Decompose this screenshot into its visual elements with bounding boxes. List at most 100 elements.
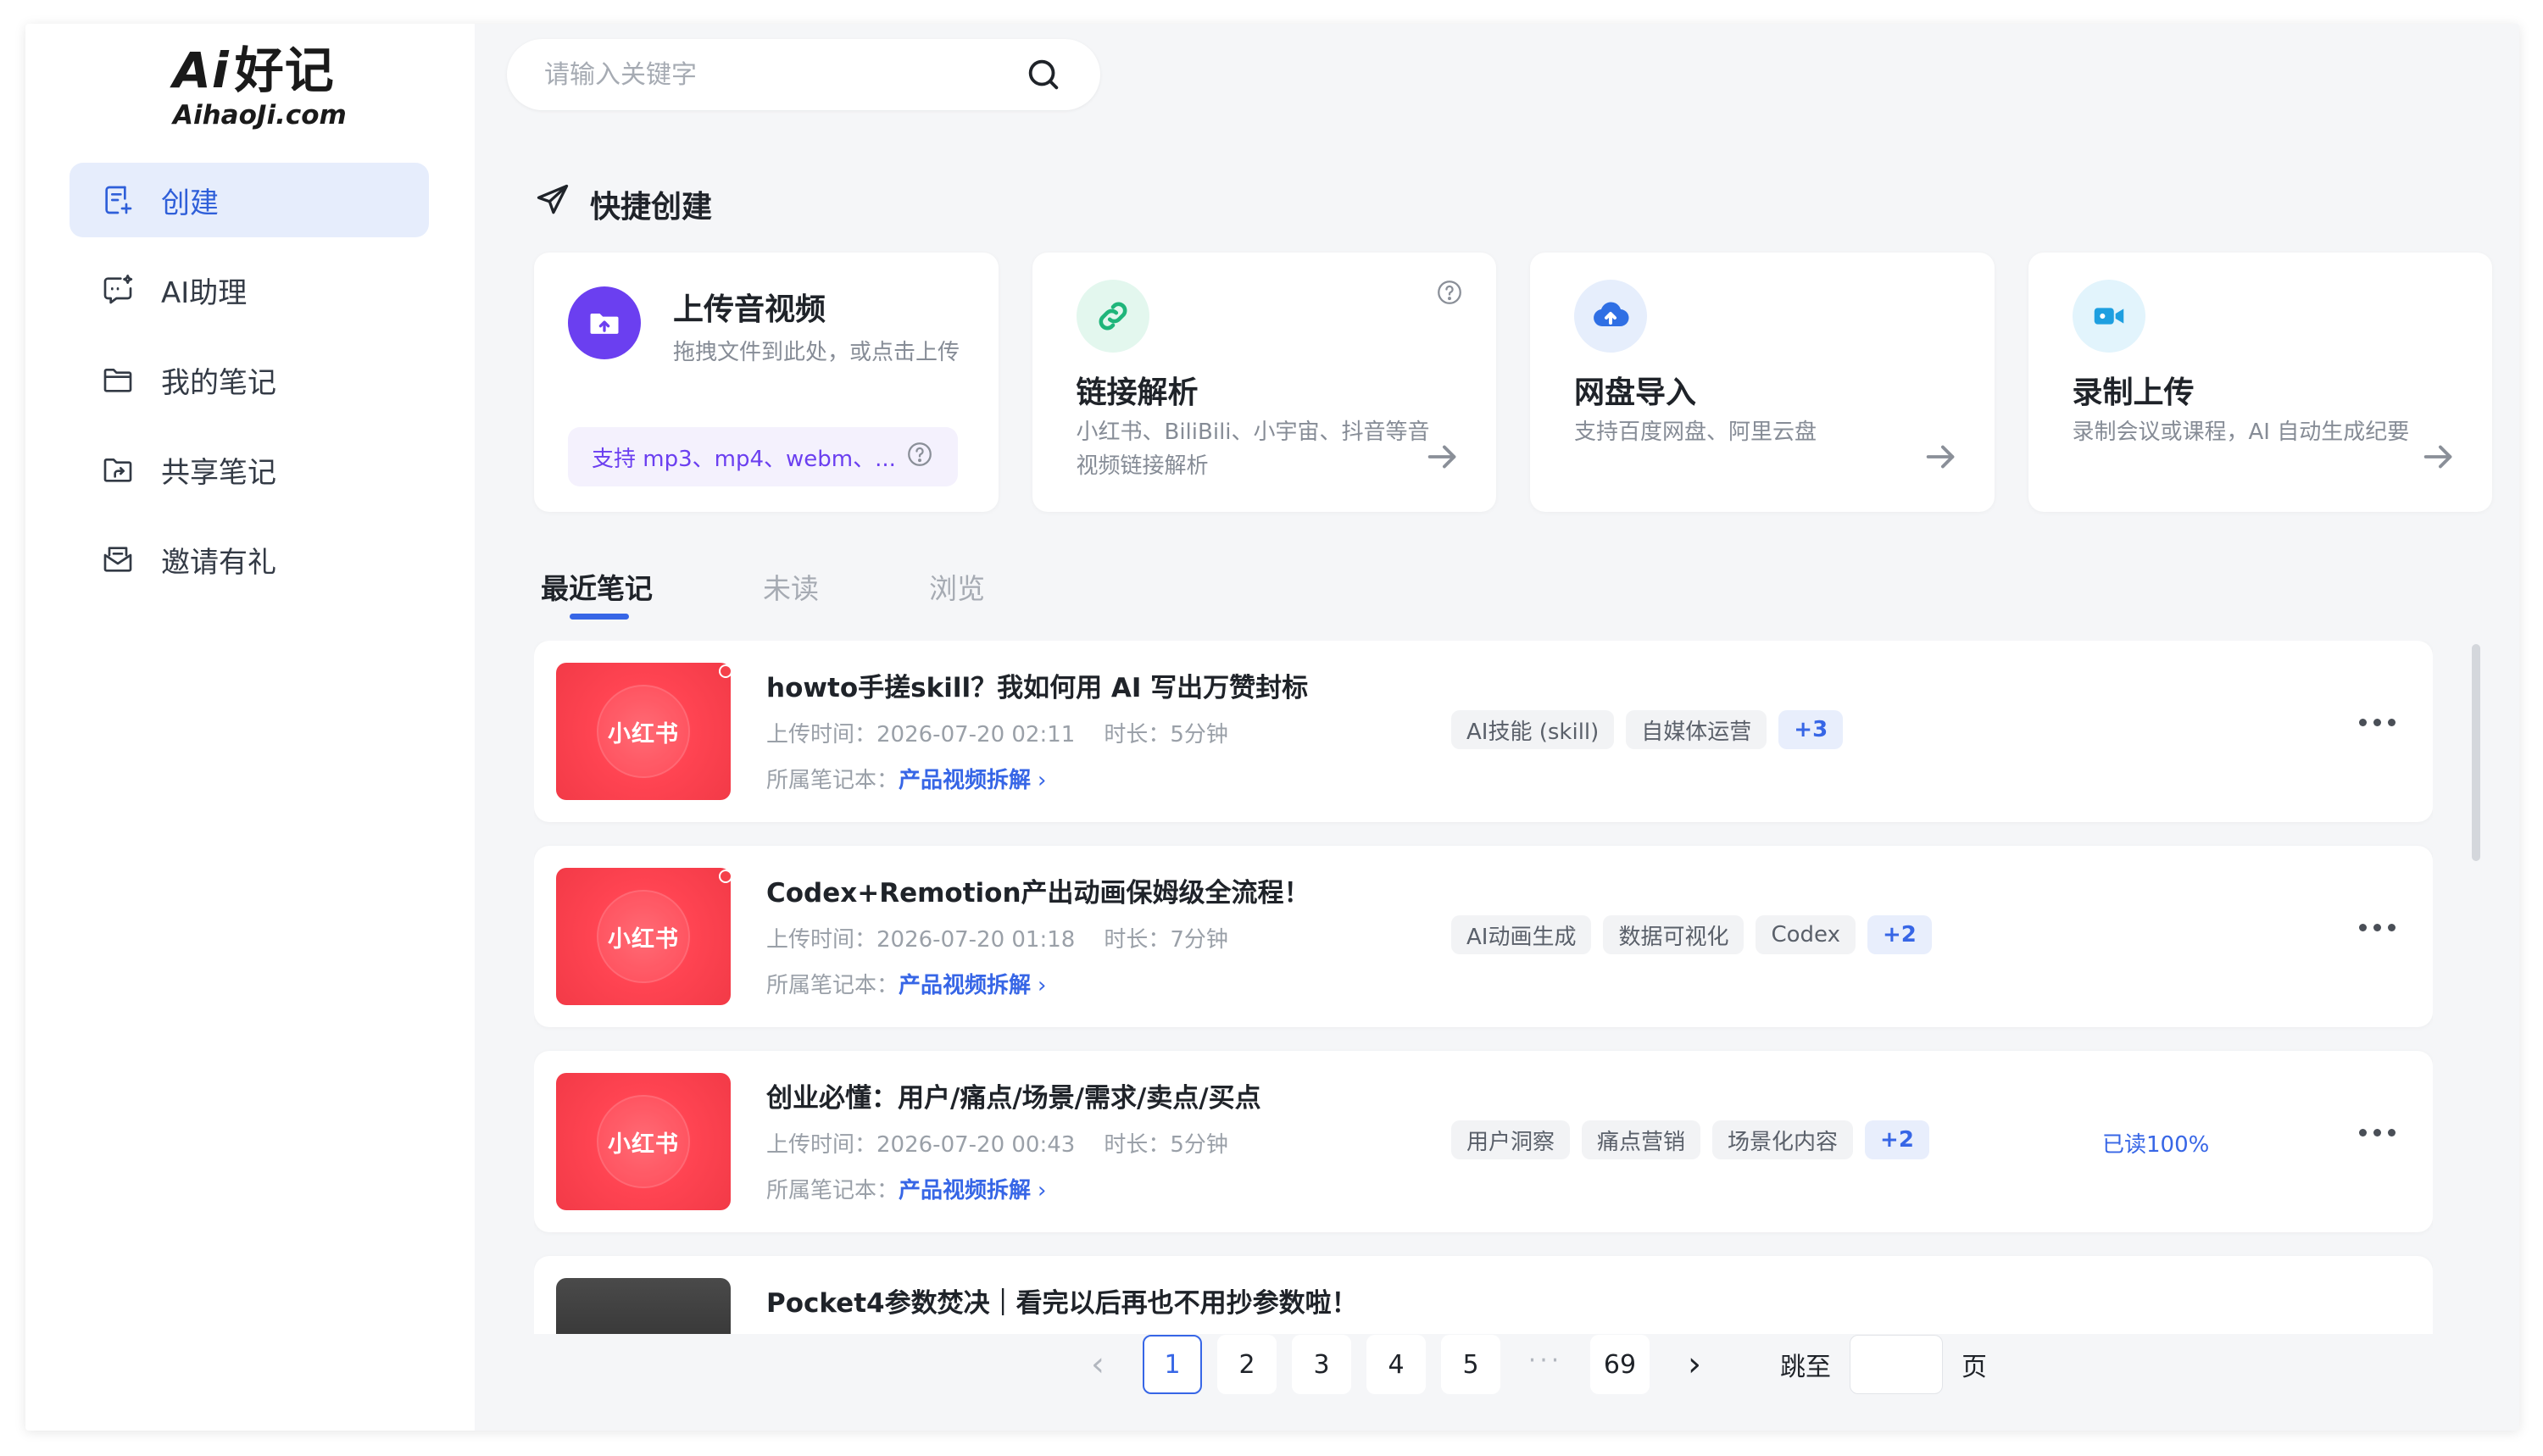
tab-browsed[interactable]: 浏览 <box>929 566 985 607</box>
sidebar-item-label: 共享笔记 <box>161 455 276 490</box>
logo-domain: AihaoJi.com <box>173 100 347 131</box>
note-title[interactable]: Pocket4参数焚决｜看完以后再也不用抄参数啦！ <box>766 1281 1358 1320</box>
tag[interactable]: 自媒体运营 <box>1626 710 1767 749</box>
note-thumbnail: 小红书 <box>556 868 731 1005</box>
mail-gift-icon <box>100 542 136 577</box>
note-row[interactable]: 小红书 Codex+Remotion产出动画保姆级全流程！ 上传时间：2026-… <box>534 846 2433 1027</box>
tag[interactable]: 数据可视化 <box>1603 915 1744 954</box>
note-thumbnail: 小红书 <box>556 663 731 800</box>
supported-formats-text: 支持 mp3、mp4、webm、... <box>592 446 896 472</box>
tag[interactable]: 场景化内容 <box>1712 1120 1854 1159</box>
thumbnail-label: 小红书 <box>608 926 679 953</box>
jump-to-label: 跳至 <box>1780 1353 1831 1382</box>
cloud-import-card[interactable]: 网盘导入 支持百度网盘、阿里云盘 <box>1530 253 1995 512</box>
notebook-link[interactable]: 产品视频拆解 <box>899 973 1031 998</box>
upload-media-card[interactable]: 上传音视频 拖拽文件到此处，或点击上传 支持 mp3、mp4、webm、... <box>534 253 999 512</box>
note-title[interactable]: howto手搓skill？我如何用 AI 写出万赞封标 <box>766 666 1308 704</box>
note-title[interactable]: Codex+Remotion产出动画保姆级全流程！ <box>766 871 1310 909</box>
sidebar-item-label: 邀请有礼 <box>161 545 276 580</box>
quick-create-heading: 快捷创建 <box>534 181 712 226</box>
more-tags-badge[interactable]: +2 <box>1867 915 1932 954</box>
record-card-desc: 录制会议或课程，AI 自动生成纪要 <box>2072 420 2410 445</box>
notebook-link[interactable]: 产品视频拆解 <box>899 768 1031 793</box>
arrow-right-icon[interactable] <box>2419 437 2458 476</box>
notebook-link[interactable]: 产品视频拆解 <box>899 1178 1031 1203</box>
app-window: Ai 好记 AihaoJi.com 创建 AI助理 我的笔记 共享笔记 邀请有礼… <box>25 24 2519 1431</box>
more-options-icon[interactable] <box>2359 1129 2396 1136</box>
link-card-title: 链接解析 <box>1076 375 1199 410</box>
page-button[interactable]: 4 <box>1366 1335 1426 1394</box>
note-row[interactable]: 小红书 创业必懂：用户/痛点/场景/需求/卖点/买点 上传时间：2026-07-… <box>534 1051 2433 1232</box>
sidebar-item-my-notes[interactable]: 我的笔记 <box>70 342 429 417</box>
unread-dot <box>719 870 732 883</box>
search-bar[interactable] <box>507 39 1100 110</box>
note-meta: 上传时间：2026-07-20 02:11 时长：5分钟 <box>766 722 1228 747</box>
quick-create-title: 快捷创建 <box>590 189 713 225</box>
note-title[interactable]: 创业必懂：用户/痛点/场景/需求/卖点/买点 <box>766 1076 1261 1114</box>
sidebar-item-shared-notes[interactable]: 共享笔记 <box>70 432 429 507</box>
read-progress-status: 已读100% <box>2102 1132 2210 1158</box>
thumbnail-label: 小红书 <box>608 721 679 747</box>
chevron-right-icon: › <box>1038 1178 1047 1203</box>
tag[interactable]: AI动画生成 <box>1451 915 1592 954</box>
record-card-title: 录制上传 <box>2072 375 2195 410</box>
duration: 5分钟 <box>1170 1132 1228 1158</box>
tab-recent-notes[interactable]: 最近笔记 <box>541 566 653 620</box>
upload-time: 2026-07-20 01:18 <box>876 927 1076 953</box>
record-upload-card[interactable]: 录制上传 录制会议或课程，AI 自动生成纪要 <box>2028 253 2492 512</box>
arrow-right-icon[interactable] <box>1423 437 1462 476</box>
tab-unread[interactable]: 未读 <box>763 566 819 607</box>
sidebar-item-create[interactable]: 创建 <box>70 163 429 237</box>
note-notebook: 所属笔记本：产品视频拆解 › <box>766 768 1047 793</box>
chat-assistant-icon <box>100 272 136 308</box>
more-options-icon[interactable] <box>2359 719 2396 726</box>
video-camera-icon <box>2072 280 2145 353</box>
sidebar-item-label: AI助理 <box>161 275 248 310</box>
prev-page-button[interactable]: ‹ <box>1068 1335 1127 1394</box>
sidebar-item-invite[interactable]: 邀请有礼 <box>70 522 429 597</box>
tag[interactable]: AI技能 (skill) <box>1451 710 1615 749</box>
chevron-right-icon: › <box>1038 973 1047 998</box>
note-thumbnail <box>556 1278 731 1334</box>
logo-wordmark: Ai 好记 <box>173 42 335 99</box>
page-button[interactable]: 5 <box>1441 1335 1500 1394</box>
page-button[interactable]: 2 <box>1217 1335 1277 1394</box>
more-tags-badge[interactable]: +2 <box>1865 1120 1929 1159</box>
tag-list: AI动画生成 数据可视化 Codex +2 <box>1451 915 1944 954</box>
page-button[interactable]: 3 <box>1292 1335 1351 1394</box>
note-row[interactable]: 小红书 howto手搓skill？我如何用 AI 写出万赞封标 上传时间：202… <box>534 641 2433 822</box>
help-icon[interactable] <box>1435 278 1464 310</box>
sidebar-item-ai-assistant[interactable]: AI助理 <box>70 253 429 327</box>
share-folder-icon <box>100 452 136 487</box>
sidebar-nav: 创建 AI助理 我的笔记 共享笔记 邀请有礼 <box>70 163 429 612</box>
help-icon[interactable] <box>905 440 934 475</box>
note-notebook: 所属笔记本：产品视频拆解 › <box>766 1178 1047 1203</box>
page-suffix-label: 页 <box>1962 1353 1987 1382</box>
jump-page-input[interactable] <box>1850 1335 1943 1394</box>
duration: 7分钟 <box>1170 927 1228 953</box>
page-button[interactable]: 1 <box>1143 1335 1202 1394</box>
tag[interactable]: Codex <box>1756 915 1856 954</box>
send-icon <box>534 181 571 226</box>
folder-icon <box>100 362 136 397</box>
link-parse-card[interactable]: 链接解析 小红书、BiliBili、小宇宙、抖音等音视频链接解析 <box>1032 253 1496 512</box>
search-icon[interactable] <box>1024 55 1063 94</box>
page-ellipsis[interactable]: ··· <box>1516 1335 1575 1394</box>
search-input[interactable] <box>544 59 1016 90</box>
logo[interactable]: Ai 好记 AihaoJi.com <box>147 37 351 131</box>
tag[interactable]: 用户洞察 <box>1451 1120 1571 1159</box>
note-meta: 上传时间：2026-07-20 00:43 时长：5分钟 <box>766 1132 1228 1158</box>
arrow-right-icon[interactable] <box>1922 437 1961 476</box>
more-options-icon[interactable] <box>2359 924 2396 931</box>
note-meta: 上传时间：2026-07-20 01:18 时长：7分钟 <box>766 927 1228 953</box>
page-button-last[interactable]: 69 <box>1590 1335 1650 1394</box>
cloud-upload-icon <box>1574 280 1647 353</box>
upload-folder-icon <box>568 286 641 359</box>
cloud-card-desc: 支持百度网盘、阿里云盘 <box>1574 420 1817 445</box>
duration: 5分钟 <box>1170 722 1228 747</box>
list-scrollbar[interactable] <box>2472 644 2480 861</box>
next-page-button[interactable]: › <box>1665 1335 1724 1394</box>
note-row[interactable]: Pocket4参数焚决｜看完以后再也不用抄参数啦！ <box>534 1256 2433 1334</box>
tag[interactable]: 痛点营销 <box>1582 1120 1701 1159</box>
more-tags-badge[interactable]: +3 <box>1778 710 1844 749</box>
